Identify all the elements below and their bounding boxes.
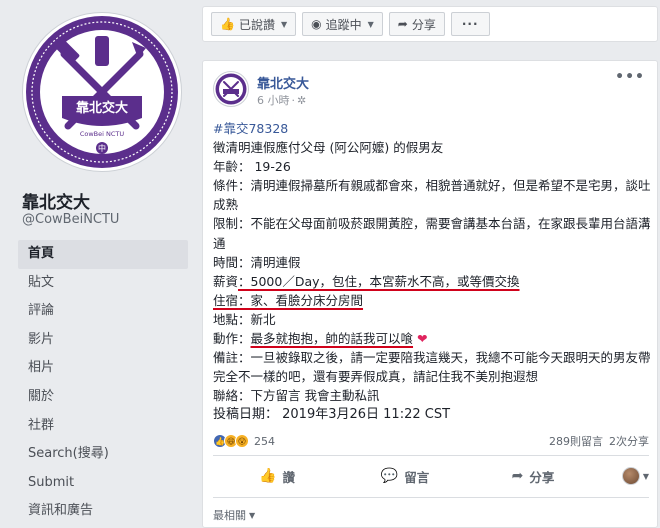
post-line-action: 動作：最多就抱抱，帥的話我可以喰 ❤ xyxy=(213,329,653,348)
share-button-label: 分享 xyxy=(529,469,555,485)
share-arrow-icon: ➦ xyxy=(397,17,408,31)
action-value: 最多就抱抱，帥的話我可以喰 xyxy=(250,331,414,347)
nav-item-community[interactable]: 社群 xyxy=(18,412,188,441)
post-line: 年齡： 19-26 xyxy=(213,159,291,175)
share-button[interactable]: ➦ 分享 xyxy=(469,467,597,486)
chevron-down-icon: ▼ xyxy=(249,510,256,520)
comment-sort-selector[interactable]: 最相關 ▼ xyxy=(213,507,255,523)
nav-item-home[interactable]: 首頁 xyxy=(18,240,188,269)
comment-count[interactable]: 289則留言 xyxy=(549,433,603,449)
post-actions: 👍 讚 💬 留言 ➦ 分享 ▼ xyxy=(213,461,649,491)
divider xyxy=(213,497,649,498)
post-line: 條件：清明連假掃墓所有親戚都會來，相貌普通就好，但是希望不是宅男，談吐成熟 xyxy=(213,178,651,213)
post-hashtag[interactable]: #靠交78328 xyxy=(213,121,288,136)
rss-icon: ◉ xyxy=(311,17,322,31)
post-line: 徵清明連假應付父母 (阿公阿嬤) 的假男友 xyxy=(213,140,444,156)
post-line: 備註：一旦被錄取之後，請一定要陪我這幾天，我總不可能今天跟明天的男友帶完全不一樣… xyxy=(213,350,651,385)
reaction-count[interactable]: 254 xyxy=(254,435,275,448)
post-body: #靠交78328 徵清明連假應付父母 (阿公阿嬤) 的假男友 年齡： 19-26… xyxy=(213,119,653,405)
post-line: 限制：不能在父母面前吸菸跟開黃腔，需要會講基本台語，在家跟長輩用台語溝通 xyxy=(213,216,651,251)
comment-sort-label: 最相關 xyxy=(213,509,246,522)
nav-item-submit[interactable]: Submit xyxy=(18,469,188,498)
share-page-label: 分享 xyxy=(411,17,436,32)
lodging-value: ：家、看臉分床分房間 xyxy=(238,292,364,308)
post-timestamp[interactable]: 6 小時 · ✲ xyxy=(257,92,306,108)
page-handle[interactable]: @CowBeiNCTU xyxy=(22,212,119,227)
svg-text:靠北交大: 靠北交大 xyxy=(76,100,128,116)
post-author-avatar[interactable] xyxy=(213,71,249,107)
page-sidebar: 靠北交大 CowBei NCTU 中 靠北交大 @CowBeiNCTU 首頁 貼… xyxy=(0,0,196,528)
comment-button[interactable]: 💬 留言 xyxy=(341,467,469,486)
nav-item-search[interactable]: Search(搜尋) xyxy=(18,440,188,469)
chevron-down-icon: ▼ xyxy=(367,19,374,29)
react-as-selector[interactable]: ▼ xyxy=(597,467,649,485)
cowbei-nctu-logo: 靠北交大 CowBei NCTU 中 xyxy=(26,16,178,168)
share-page-button[interactable]: ➦ 分享 xyxy=(388,12,445,36)
page-action-bar: 👍 已說讚 ▼ ◉ 追蹤中 ▼ ➦ 分享 ··· xyxy=(202,6,658,42)
post-card: 靠北交大 6 小時 · ✲ ••• #靠交78328 徵清明連假應付父母 (阿公… xyxy=(202,60,658,528)
divider xyxy=(213,455,649,456)
share-arrow-icon: ➦ xyxy=(511,468,524,484)
action-label: 動作： xyxy=(213,331,251,347)
liked-button-label: 已說讚 xyxy=(238,17,275,32)
post-options-icon[interactable]: ••• xyxy=(615,69,645,85)
share-count[interactable]: 2次分享 xyxy=(609,433,649,449)
nav-item-photos[interactable]: 相片 xyxy=(18,354,188,383)
nav-item-about[interactable]: 關於 xyxy=(18,383,188,412)
svg-text:CowBei NCTU: CowBei NCTU xyxy=(80,130,125,138)
cowbei-nctu-logo-small xyxy=(215,73,247,105)
salary-value: ：5000／Day，包住，本宮薪水不高，或等價交換 xyxy=(238,273,520,289)
post-author-name[interactable]: 靠北交大 xyxy=(257,73,309,92)
liked-button[interactable]: 👍 已說讚 ▼ xyxy=(211,12,297,36)
comment-bubble-icon: 💬 xyxy=(380,468,399,484)
like-button-label: 讚 xyxy=(282,469,295,485)
post-line: 時間：清明連假 xyxy=(213,254,301,270)
page-nav: 首頁 貼文 評論 影片 相片 關於 社群 Search(搜尋) Submit 資… xyxy=(18,240,188,526)
post-time-text: 6 小時 xyxy=(257,94,290,107)
salary-label: 薪資 xyxy=(213,273,239,289)
wow-reaction-icon[interactable]: 😮 xyxy=(235,434,249,448)
page-name[interactable]: 靠北交大 xyxy=(22,188,90,213)
page-profile-picture[interactable]: 靠北交大 CowBei NCTU 中 xyxy=(22,12,182,172)
lodging-label: 住宿 xyxy=(213,292,239,308)
chevron-down-icon: ▼ xyxy=(280,19,288,29)
following-button[interactable]: ◉ 追蹤中 ▼ xyxy=(302,12,383,36)
thumbs-up-outline-icon: 👍 xyxy=(259,468,277,484)
reactions-summary: 👍 😆 😮 254 289則留言 2次分享 xyxy=(213,433,649,449)
globe-icon: ✲ xyxy=(297,93,307,107)
nav-item-videos[interactable]: 影片 xyxy=(18,326,188,355)
dot-separator: · xyxy=(291,93,296,107)
svg-text:中: 中 xyxy=(98,143,106,153)
like-button[interactable]: 👍 讚 xyxy=(213,467,341,486)
following-button-label: 追蹤中 xyxy=(325,17,362,32)
post-line-salary: 薪資：5000／Day，包住，本宮薪水不高，或等價交換 xyxy=(213,272,653,291)
nav-item-info-ads[interactable]: 資訊和廣告 xyxy=(18,497,188,526)
thumbs-up-icon: 👍 xyxy=(220,17,235,31)
nav-item-reviews[interactable]: 評論 xyxy=(18,297,188,326)
avatar xyxy=(621,467,640,485)
post-line-lodging: 住宿：家、看臉分床分房間 xyxy=(213,291,653,310)
more-options-button[interactable]: ··· xyxy=(450,12,490,36)
heart-icon: ❤ xyxy=(417,331,428,347)
post-submission-date: 投稿日期： 2019年3月26日 11:22 CST xyxy=(213,407,451,422)
nav-item-posts[interactable]: 貼文 xyxy=(18,269,188,298)
comment-button-label: 留言 xyxy=(404,469,430,485)
post-line: 地點：新北 xyxy=(213,311,276,327)
chevron-down-icon: ▼ xyxy=(642,471,649,481)
